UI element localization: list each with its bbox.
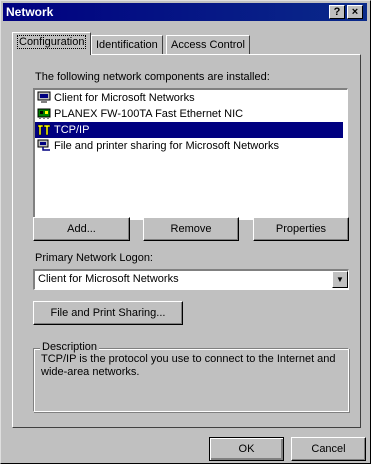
ok-button[interactable]: OK [209, 437, 284, 461]
window-title: Network [6, 5, 54, 19]
close-button[interactable]: × [347, 5, 363, 19]
file-print-sharing-button[interactable]: File and Print Sharing... [33, 301, 183, 325]
components-heading: The following network components are ins… [35, 71, 270, 83]
list-item[interactable]: Client for Microsoft Networks [35, 90, 347, 106]
list-item-selected[interactable]: TCP/IP [35, 122, 343, 138]
tab-configuration-label: Configuration [17, 35, 87, 49]
list-item[interactable]: PLANEX FW-100TA Fast Ethernet NIC [35, 106, 347, 122]
description-title: Description [40, 341, 100, 353]
list-item-label: File and printer sharing for Microsoft N… [54, 140, 279, 152]
components-list[interactable]: Client for Microsoft Networks PLANEX FW-… [33, 88, 348, 220]
network-adapter-icon [37, 108, 51, 119]
list-item-label: Client for Microsoft Networks [54, 92, 195, 104]
primary-logon-select[interactable]: Client for Microsoft Networks ▼ [33, 269, 349, 290]
protocol-icon [37, 124, 51, 136]
primary-logon-label: Primary Network Logon: [35, 252, 153, 264]
network-dialog: Network ? × Configuration Identification… [0, 0, 371, 464]
title-bar[interactable]: Network ? × [3, 3, 367, 21]
tab-identification-label: Identification [96, 39, 158, 51]
network-client-icon [37, 91, 51, 103]
description-group: Description TCP/IP is the protocol you u… [33, 341, 349, 412]
list-item-label: PLANEX FW-100TA Fast Ethernet NIC [54, 108, 244, 120]
help-button[interactable]: ? [329, 5, 345, 19]
tab-access-control-label: Access Control [171, 39, 245, 51]
add-button[interactable]: Add... [33, 217, 130, 241]
list-item[interactable]: File and printer sharing for Microsoft N… [35, 138, 347, 154]
tab-configuration[interactable]: Configuration [12, 32, 92, 55]
description-text: TCP/IP is the protocol you use to connec… [41, 353, 336, 378]
service-icon [37, 139, 50, 151]
tab-access-control[interactable]: Access Control [166, 35, 250, 55]
cancel-button[interactable]: Cancel [291, 437, 366, 461]
chevron-down-icon[interactable]: ▼ [332, 271, 348, 288]
properties-button[interactable]: Properties [253, 217, 349, 241]
primary-logon-value: Client for Microsoft Networks [38, 273, 179, 285]
tab-identification[interactable]: Identification [91, 35, 163, 55]
remove-button[interactable]: Remove [143, 217, 239, 241]
list-item-label: TCP/IP [54, 124, 90, 136]
